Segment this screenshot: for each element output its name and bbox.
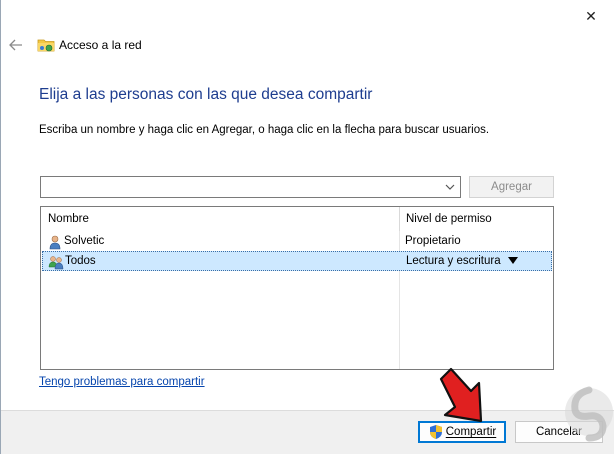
permission-dropdown[interactable]: Lectura y escritura: [406, 255, 501, 267]
solvetic-logo-icon: [565, 386, 613, 442]
triangle-down-icon[interactable]: [508, 257, 518, 265]
back-arrow-icon: [9, 39, 22, 51]
page-heading: Elija a las personas con las que desea c…: [39, 86, 373, 103]
network-folder-icon: [37, 39, 55, 52]
group-icon: [48, 256, 64, 270]
share-dialog: ✕ Acceso a la red Elija a las personas c…: [0, 0, 614, 454]
help-link[interactable]: Tengo problemas para compartir: [39, 376, 205, 388]
close-icon: ✕: [585, 7, 597, 24]
list-item-name: Solvetic: [64, 235, 105, 247]
user-name-combobox[interactable]: [40, 176, 461, 198]
close-button[interactable]: ✕: [568, 0, 614, 32]
combo-dropdown-button[interactable]: [443, 180, 457, 194]
add-button[interactable]: Agregar: [469, 176, 554, 198]
list-item-permission: Propietario: [405, 235, 461, 247]
instruction-text: Escriba un nombre y haga clic en Agregar…: [39, 124, 490, 136]
column-header-name[interactable]: Nombre: [41, 207, 399, 231]
list-item-selected[interactable]: Todos Lectura y escritura: [42, 251, 552, 271]
column-header-permission[interactable]: Nivel de permiso: [399, 207, 553, 231]
share-button-label: Compartir: [445, 426, 497, 438]
window-title: Acceso a la red: [59, 38, 142, 52]
permissions-list[interactable]: Nombre Nivel de permiso Solvetic Propiet…: [40, 206, 554, 370]
user-icon: [49, 235, 61, 250]
list-item-name: Todos: [65, 255, 96, 267]
red-arrow-icon: [439, 367, 483, 423]
chevron-down-icon: [445, 184, 455, 190]
list-item[interactable]: Solvetic Propietario: [42, 232, 552, 252]
back-button[interactable]: [7, 36, 25, 54]
